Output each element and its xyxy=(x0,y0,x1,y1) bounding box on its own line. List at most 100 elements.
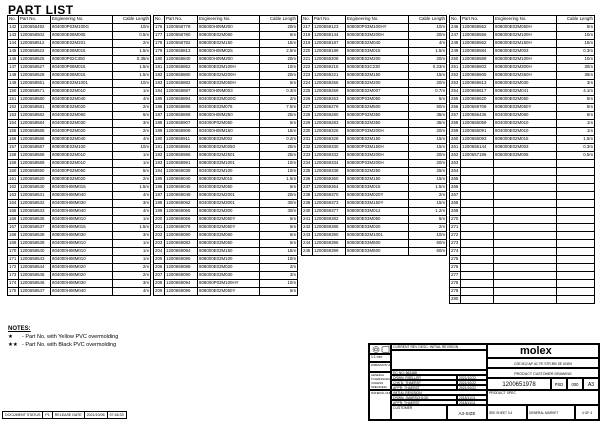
table-row: 217 1200659123 808000P03M100HY 10m xyxy=(301,23,447,32)
table-row: 197 1200659048 808000E02M2001 20m xyxy=(153,191,298,200)
cell-len: 2m xyxy=(408,191,447,200)
cell-part: 1200659377 xyxy=(312,207,346,216)
cell-no: 209 xyxy=(153,287,165,296)
table-row: 188 1200658907 804000P02M050 5m xyxy=(153,119,298,128)
header-eng: Engineering No. xyxy=(197,15,260,24)
cell-no: 166 xyxy=(7,215,19,224)
cell-eng: 808000E03M050Y xyxy=(493,103,557,112)
cell-no: 255 xyxy=(449,95,461,104)
cell-part xyxy=(460,215,494,224)
cell-len: 20m xyxy=(408,159,447,168)
cell-no: 191 xyxy=(153,143,165,152)
cell-part: 1200658551 xyxy=(18,79,51,88)
table-row: 268 xyxy=(449,199,595,208)
cell-no: 183 xyxy=(153,79,165,88)
header-part: Part No. xyxy=(460,15,494,24)
cell-eng: 804000H08M020 xyxy=(50,271,113,280)
cell-eng: 804000P02M050 xyxy=(50,167,113,176)
table-row: 266 xyxy=(449,183,595,192)
cell-len xyxy=(556,271,595,280)
cell-len: 0.7m xyxy=(408,87,447,96)
cell-eng: 808000E02M300H xyxy=(493,63,557,72)
cell-eng: 805000H08M040 xyxy=(50,191,113,200)
cell-part: 1200659078 xyxy=(164,223,198,232)
cell-eng: 805000H09M200 xyxy=(197,23,260,32)
cell-eng xyxy=(493,255,557,264)
header-eng: Engineering No. xyxy=(50,15,113,24)
cell-no: 175 xyxy=(7,287,19,296)
table-row: 278 xyxy=(449,279,595,288)
cell-no: 162 xyxy=(7,183,19,192)
cell-part: 1200658647 xyxy=(18,287,51,296)
cell-len xyxy=(556,167,595,176)
cell-eng: 808000E02M350H xyxy=(493,71,557,80)
cell-no: 182 xyxy=(153,71,165,80)
table-row: 165 1200658633 804000H08M040 4m xyxy=(7,207,151,216)
cell-part: 1200658907 xyxy=(164,119,198,128)
cell-part: 1200659328 xyxy=(312,135,346,144)
cell-no: 240 xyxy=(301,207,313,216)
cell-part: 1200659708 xyxy=(460,103,494,112)
table-row: 204 1200659084 808000E03M150 15m xyxy=(153,247,298,256)
cell-part: 1200659330 xyxy=(312,143,346,152)
table-row: 182 1200658880 805000E02M200H 20m xyxy=(153,71,298,80)
cell-len: 4.1m xyxy=(556,87,595,96)
cell-part: 1200658637 xyxy=(18,223,51,232)
cell-no: 198 xyxy=(153,199,165,208)
cell-no: 271 xyxy=(449,223,461,232)
cell-no: 220 xyxy=(301,47,313,56)
cell-len: 15m xyxy=(259,247,298,256)
cell-len: 20m xyxy=(259,71,298,80)
cell-eng: 808000E03M050 xyxy=(197,239,260,248)
header-len: Cable Length xyxy=(556,15,595,24)
cell-eng: 808000E03M060 xyxy=(197,231,260,240)
cell-eng xyxy=(493,199,557,208)
cell-eng: 804000P02M050 xyxy=(197,119,260,128)
cell-no: 276 xyxy=(449,263,461,272)
cell-len: 10m xyxy=(259,279,298,288)
table-row: 178 1200658782 808000E02M150 15m xyxy=(153,39,298,48)
cell-part: 1200658894 xyxy=(164,95,198,104)
cell-len xyxy=(556,207,595,216)
cell-no: 232 xyxy=(301,143,313,152)
cell-no: 203 xyxy=(153,239,165,248)
table-row: 179 1200658813 808000H08M025 2.5m xyxy=(153,47,298,56)
cell-part: 1200658986 xyxy=(164,151,198,160)
cell-part: 1200659338 xyxy=(312,167,346,176)
star-icon: ★ xyxy=(8,334,13,340)
cell-part: 1200659360 xyxy=(312,175,346,184)
cell-len: 20m xyxy=(259,23,298,32)
table-row: 142 1200658492 804000P03M100G 10m xyxy=(7,23,151,32)
cell-no: 190 xyxy=(153,135,165,144)
cell-len xyxy=(556,223,595,232)
cell-eng: 805000E02M500 xyxy=(345,103,409,112)
table-row: 148 1200658528 805000E08M015 1.5m xyxy=(7,71,151,80)
cell-part: 1200658880 xyxy=(164,71,198,80)
cell-no: 231 xyxy=(301,135,313,144)
cell-part: 1200658492 xyxy=(18,23,51,32)
cell-eng: 808000E02M015 xyxy=(197,175,260,184)
cell-no: 223 xyxy=(301,71,313,80)
cell-no: 273 xyxy=(449,239,461,248)
cell-no: 149 xyxy=(7,79,19,88)
table-header-row: No. Part No. Engineering No. Cable Length xyxy=(153,15,298,24)
header-len: Cable Length xyxy=(408,15,447,24)
cell-len: 5m xyxy=(259,215,298,224)
cell-part: 1200659088 xyxy=(164,263,198,272)
cell-part: 1200658639 xyxy=(18,239,51,248)
cell-part: 1200659096 xyxy=(164,287,198,296)
cell-part: 1200658582 xyxy=(18,111,51,120)
table-row: 170 1200658640 804000H08M010 1m xyxy=(7,247,151,256)
table-row: 149 1200658551 805000E02M1001 10m xyxy=(7,79,151,88)
cell-no: 207 xyxy=(153,271,165,280)
cell-part: 1200658638 xyxy=(18,231,51,240)
cell-part: 1200659620 xyxy=(460,95,494,104)
cell-no: 181 xyxy=(153,63,165,72)
cell-no: 188 xyxy=(153,119,165,128)
cell-eng: 808000E02M003 xyxy=(493,143,557,152)
table-row: 220 1200659189 808000E03M015 1.5m xyxy=(301,47,447,56)
cell-part: 1200658813 xyxy=(164,47,198,56)
cell-no: 163 xyxy=(7,191,19,200)
cell-part xyxy=(460,295,494,304)
cell-part: 1200658630 xyxy=(18,183,51,192)
